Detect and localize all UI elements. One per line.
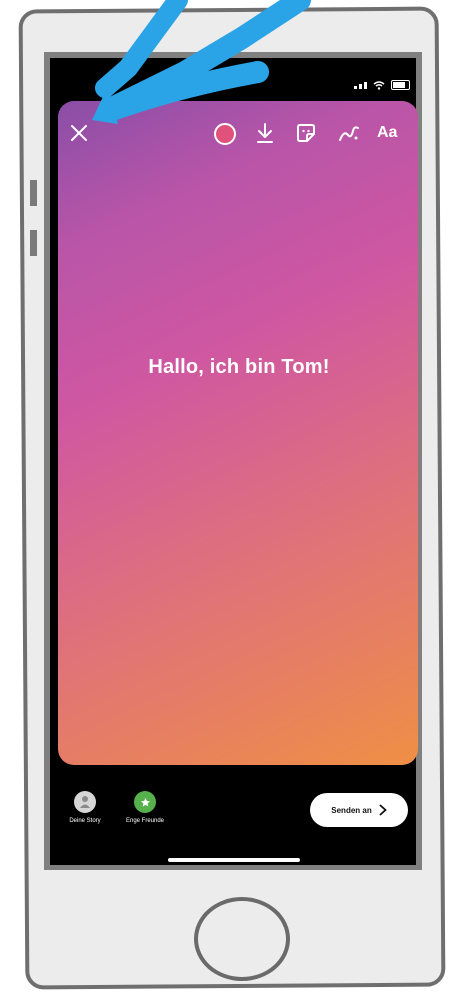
star-icon	[134, 791, 156, 813]
your-story-option[interactable]: Deine Story	[58, 791, 112, 824]
side-button	[30, 230, 37, 256]
home-indicator	[168, 858, 300, 862]
chevron-right-icon	[379, 804, 387, 816]
download-icon[interactable]	[255, 122, 275, 144]
wifi-icon	[373, 80, 385, 90]
draw-icon[interactable]	[337, 122, 361, 144]
your-story-label: Deine Story	[69, 818, 101, 824]
story-text[interactable]: Hallo, ich bin Tom!	[60, 356, 418, 379]
story-canvas[interactable]	[58, 101, 418, 765]
sticker-icon[interactable]	[295, 122, 317, 144]
battery-icon	[391, 80, 410, 90]
send-to-label: Senden an	[331, 805, 372, 815]
send-to-button[interactable]: Senden an	[310, 793, 408, 827]
side-button	[30, 180, 37, 206]
signal-icon	[354, 81, 367, 89]
close-friends-label: Enge Freunde	[125, 818, 165, 824]
color-picker-icon[interactable]	[213, 122, 237, 146]
home-button[interactable]	[194, 897, 290, 981]
text-tool-button[interactable]: Aa	[377, 124, 397, 142]
close-icon[interactable]	[70, 124, 88, 142]
status-bar	[354, 80, 410, 90]
avatar-icon	[74, 791, 96, 813]
close-friends-option[interactable]: Enge Freunde	[113, 791, 177, 824]
phone-speaker	[232, 38, 250, 44]
